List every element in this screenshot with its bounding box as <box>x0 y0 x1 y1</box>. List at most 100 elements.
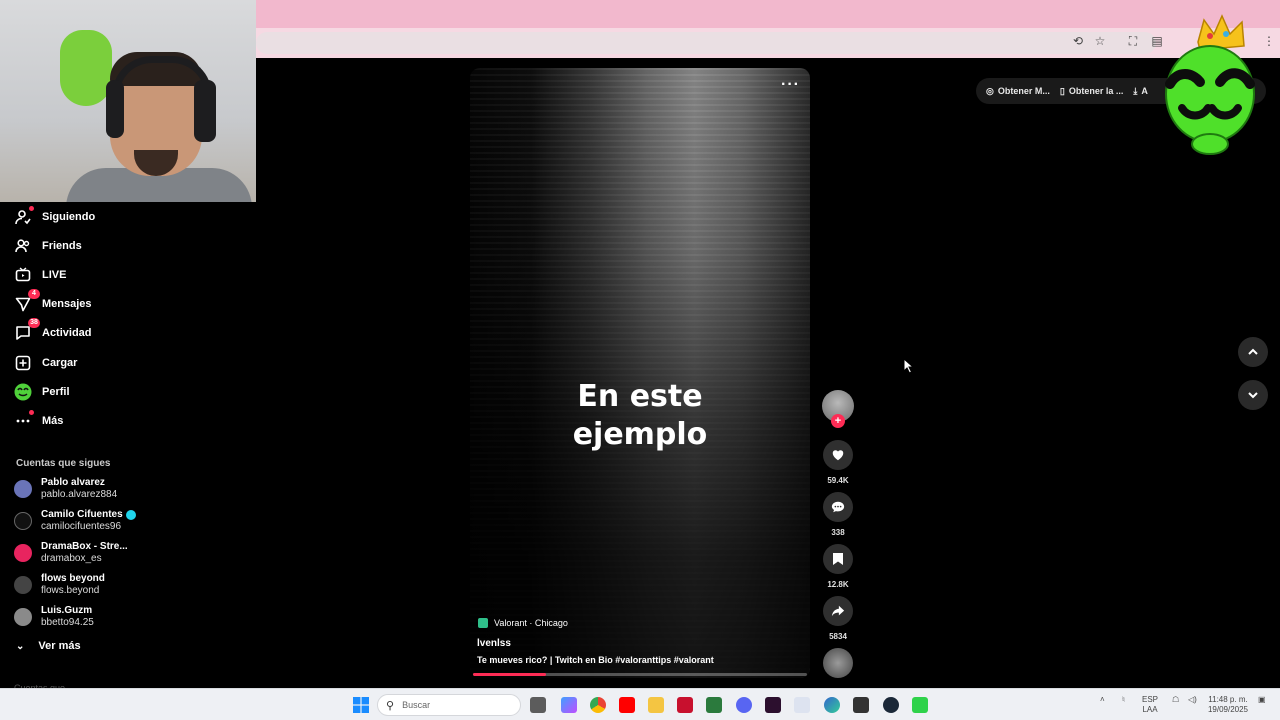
previous-video-button[interactable] <box>1238 337 1268 367</box>
next-video-button[interactable] <box>1238 380 1268 410</box>
headphone-right <box>194 80 216 142</box>
sidebar-item-actividad[interactable]: 38 Actividad <box>14 318 154 344</box>
avatar <box>14 480 32 498</box>
clock[interactable]: 11:48 p. m. 19/09/2025 <box>1206 695 1250 715</box>
taskbar-search[interactable]: ⚲ Buscar <box>377 694 521 716</box>
like-count: 59.4K <box>827 476 849 485</box>
caption-line: ejemplo <box>572 417 708 452</box>
profile-icon <box>14 383 32 401</box>
follow-plus-icon[interactable]: + <box>831 414 845 428</box>
volume-icon[interactable]: ◁) <box>1188 695 1197 705</box>
notification-icon[interactable]: ▣ <box>1258 695 1266 705</box>
obs-icon[interactable] <box>912 697 928 713</box>
edge-icon[interactable] <box>824 697 840 713</box>
live-icon <box>14 266 32 284</box>
get-app-button[interactable]: ▯ Obtener la ... <box>1060 86 1123 97</box>
get-coins-button[interactable]: ◎ Obtener M... <box>986 86 1050 97</box>
following-account[interactable]: DramaBox - Stre... dramabox_es <box>14 540 154 566</box>
youtube-icon[interactable] <box>619 697 635 713</box>
file-explorer-icon[interactable] <box>648 697 664 713</box>
windows-taskbar: ⚲ Buscar ˄ ♮ ESP LAA ☖ ◁) 11:48 p. m. 19… <box>0 688 1280 720</box>
webcam-overlay <box>0 0 256 202</box>
copilot-icon[interactable] <box>561 697 577 713</box>
adobe-icon[interactable] <box>677 697 693 713</box>
caption-line: En este <box>577 379 703 414</box>
activity-badge: 38 <box>28 318 40 328</box>
sidebar-item-label: LIVE <box>42 269 67 281</box>
music-disc-icon[interactable] <box>823 648 853 678</box>
activity-icon: 38 <box>14 318 40 342</box>
language-indicator[interactable]: ESP LAA <box>1142 695 1158 715</box>
capcut-icon[interactable] <box>765 697 781 713</box>
share-button[interactable] <box>823 596 853 626</box>
steam-icon[interactable] <box>883 697 899 713</box>
task-view-icon[interactable] <box>530 697 546 713</box>
account-name: flows beyond <box>41 573 105 584</box>
download-label: A <box>1141 86 1148 96</box>
comment-button[interactable] <box>823 492 853 522</box>
sidebar-item-perfil[interactable]: Perfil <box>14 381 154 403</box>
bookmark-icon <box>833 553 843 565</box>
sidebar-item-friends[interactable]: Friends <box>14 235 154 257</box>
alien-mascot-logo <box>1165 14 1255 155</box>
sidebar-item-label: Siguiendo <box>42 211 96 223</box>
download-icon: ⤓ <box>1133 85 1138 96</box>
account-name: DramaBox - Stre... <box>41 541 128 552</box>
chrome-icon[interactable] <box>590 697 606 713</box>
sidebar-item-live[interactable]: LIVE <box>14 264 154 286</box>
account-username: camilocifuentes96 <box>41 521 122 532</box>
phone-icon: ▯ <box>1059 85 1065 96</box>
sidebar-item-cargar[interactable]: Cargar <box>14 352 154 374</box>
sidebar-item-siguiendo[interactable]: Siguiendo <box>14 206 154 228</box>
video-player[interactable]: ··· En este ejemplo Valorant · Chicago l… <box>470 68 810 678</box>
chevron-down-icon <box>1248 392 1258 399</box>
heart-icon <box>832 450 844 461</box>
video-more-button[interactable]: ··· <box>781 76 800 94</box>
search-icon: ⚲ <box>386 699 395 712</box>
save-button[interactable] <box>823 544 853 574</box>
translate-icon[interactable]: ⟲ <box>1071 34 1085 48</box>
discord-icon[interactable] <box>736 697 752 713</box>
get-coins-label: Obtener M... <box>997 86 1050 96</box>
save-count: 12.8K <box>827 580 849 589</box>
app-icon[interactable] <box>853 697 869 713</box>
chevron-up-icon <box>1248 348 1258 355</box>
app-icon[interactable] <box>706 697 722 713</box>
tray-overflow-icon[interactable]: ˄ <box>1100 695 1105 705</box>
see-more-button[interactable]: ⌄ Ver más <box>16 640 81 652</box>
mouse-cursor-icon <box>903 358 915 374</box>
comment-count: 338 <box>831 528 845 537</box>
bookmark-star-icon[interactable]: ☆ <box>1093 34 1107 48</box>
network-icon[interactable]: ☖ <box>1172 695 1179 705</box>
download-button[interactable]: ⤓ A <box>1133 86 1147 97</box>
clock-time: 11:48 p. m. <box>1208 695 1248 704</box>
following-account[interactable]: Camilo Cifuentes camilocifuentes96 <box>14 508 154 534</box>
following-account[interactable]: flows beyond flows.beyond <box>14 572 154 598</box>
avatar <box>14 608 32 626</box>
avatar <box>14 576 32 594</box>
video-author[interactable]: lvenlss <box>477 638 511 649</box>
account-name: Luis.Guzm <box>41 605 93 616</box>
windows-start-icon[interactable] <box>353 697 369 713</box>
game-tag[interactable]: Valorant · Chicago <box>478 618 568 628</box>
account-username: bbetto94.25 <box>41 617 94 628</box>
keyboard-layout: LAA <box>1142 705 1158 714</box>
account-username: dramabox_es <box>41 553 102 564</box>
comment-icon <box>831 501 845 513</box>
chevron-down-icon: ⌄ <box>16 640 25 652</box>
like-button[interactable] <box>823 440 853 470</box>
following-heading: Cuentas que sigues <box>16 458 111 469</box>
following-account[interactable]: Pablo alvarez pablo.alvarez884 <box>14 476 154 502</box>
address-bar[interactable] <box>256 32 1156 54</box>
search-placeholder: Buscar <box>402 700 431 710</box>
video-progress-bar[interactable] <box>473 673 807 676</box>
microphone-icon[interactable]: ♮ <box>1122 695 1125 705</box>
browser-menu-icon[interactable]: ⋮ <box>1262 34 1276 48</box>
sidebar-item-mas[interactable]: Más <box>14 410 154 432</box>
sidebar-item-mensajes[interactable]: 4 Mensajes <box>14 289 154 315</box>
app-icon[interactable] <box>794 697 810 713</box>
following-account[interactable]: Luis.Guzm bbetto94.25 <box>14 604 154 630</box>
screen: ⟲ ☆ ⛶ ▤ ⋮ Siguiendo Friends LIVE 4 Mensa… <box>0 0 1280 720</box>
video-shade <box>470 68 810 678</box>
fullscreen-icon[interactable]: ⛶ <box>1126 34 1140 48</box>
